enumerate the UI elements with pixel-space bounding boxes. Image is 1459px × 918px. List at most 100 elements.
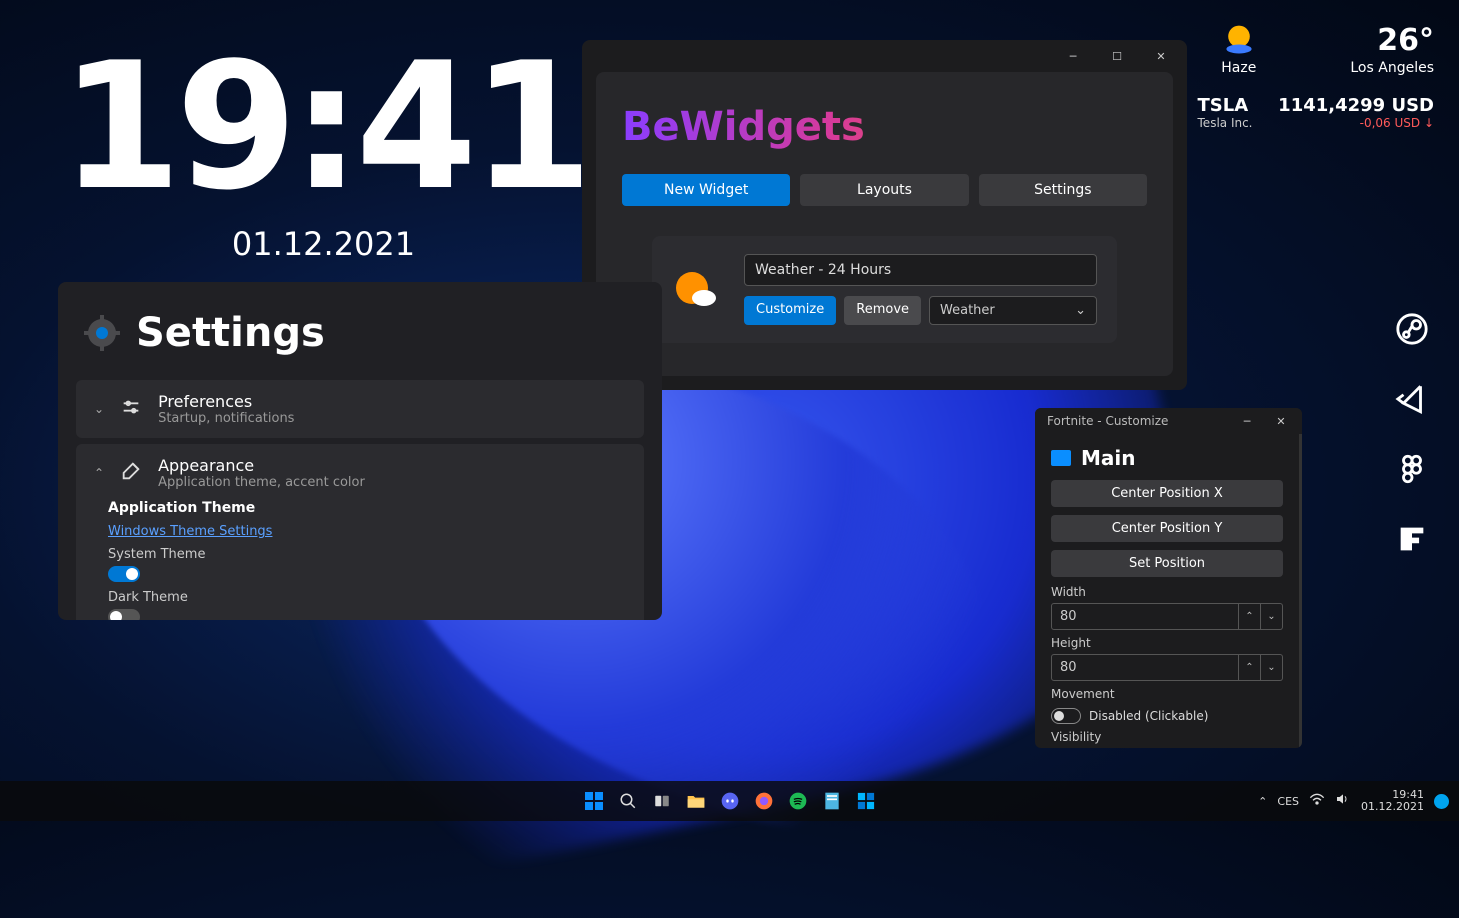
brush-icon (120, 460, 142, 486)
center-y-button[interactable]: Center Position Y (1051, 515, 1283, 542)
figma-icon[interactable] (1393, 450, 1431, 488)
volume-icon[interactable] (1335, 792, 1351, 810)
width-stepper[interactable]: ⌃ ⌄ (1051, 603, 1283, 630)
bewidgets-logo: BeWidgets (622, 104, 1147, 150)
clock-tray[interactable]: 19:41 01.12.2021 (1361, 789, 1424, 813)
notification-center-icon[interactable] (1434, 794, 1449, 809)
settings-title: Settings (136, 310, 325, 356)
steam-icon[interactable] (1393, 310, 1431, 348)
stock-widget[interactable]: TSLA 1141,4299 USD Tesla Inc. -0,06 USD … (1198, 95, 1434, 130)
weather-widget[interactable]: 26° Haze Los Angeles (1221, 22, 1434, 76)
spotify-icon[interactable] (784, 787, 812, 815)
movement-label: Movement (1051, 687, 1283, 701)
settings-window: Settings ⌄ PreferencesStartup, notificat… (58, 282, 662, 620)
chevron-down-icon: ⌄ (1075, 303, 1086, 318)
maximize-button[interactable]: ☐ (1095, 41, 1139, 71)
chevron-down-icon: ⌄ (94, 402, 104, 416)
tab-layouts[interactable]: Layouts (800, 174, 968, 206)
taskview-icon[interactable] (648, 787, 676, 815)
pref-title: Preferences (158, 392, 294, 411)
search-icon[interactable] (614, 787, 642, 815)
main-label: Main (1081, 446, 1136, 470)
height-stepper[interactable]: ⌃ ⌄ (1051, 654, 1283, 681)
fortnite-title: Fortnite - Customize (1047, 408, 1168, 434)
remove-button[interactable]: Remove (844, 296, 921, 325)
pref-sub: Startup, notifications (158, 411, 294, 426)
tray-chevron-icon[interactable]: ⌃ (1258, 795, 1267, 808)
system-tray: ⌃ CES 19:41 01.12.2021 (1258, 789, 1449, 813)
widget-card: Customize Remove Weather ⌄ (652, 236, 1117, 343)
gear-icon (82, 313, 122, 353)
close-button[interactable]: ✕ (1139, 41, 1183, 71)
tab-settings[interactable]: Settings (979, 174, 1147, 206)
theme-header: Application Theme (108, 500, 626, 516)
start-button[interactable] (580, 787, 608, 815)
center-x-button[interactable]: Center Position X (1051, 480, 1283, 507)
stock-delta: -0,06 USD ↓ (1360, 116, 1434, 130)
appearance-subsection: Application Theme Windows Theme Settings… (94, 500, 626, 620)
up-button[interactable]: ⌃ (1239, 603, 1261, 630)
minimize-button[interactable]: ─ (1230, 408, 1264, 436)
tray-date: 01.12.2021 (1361, 801, 1424, 813)
weather-desc: Haze (1221, 60, 1256, 76)
notepad-icon[interactable] (818, 787, 846, 815)
taskbar-center (580, 787, 880, 815)
discord-icon[interactable] (716, 787, 744, 815)
select-value: Weather (940, 303, 995, 318)
up-button[interactable]: ⌃ (1239, 654, 1261, 681)
language-indicator[interactable]: CES (1277, 795, 1299, 808)
dark-theme-toggle[interactable] (108, 609, 140, 620)
stock-symbol: TSLA (1198, 95, 1249, 116)
stock-company: Tesla Inc. (1198, 116, 1253, 130)
weather-sun-icon (1221, 22, 1257, 58)
widget-name-input[interactable] (744, 254, 1097, 286)
firefox-icon[interactable] (750, 787, 778, 815)
height-input[interactable] (1051, 654, 1239, 681)
clock-time: 19:41 (60, 40, 587, 215)
stock-price: 1141,4299 USD (1278, 95, 1434, 116)
clock-widget[interactable]: 19:41 01.12.2021 (60, 40, 587, 263)
app-sub: Application theme, accent color (158, 475, 365, 490)
sliders-icon (120, 396, 142, 422)
close-button[interactable]: ✕ (1264, 408, 1298, 436)
fortnite-customize-window: Fortnite - Customize ─ ✕ Main Center Pos… (1035, 408, 1302, 748)
down-button[interactable]: ⌄ (1261, 654, 1283, 681)
weather-widget-icon (672, 266, 720, 314)
clock-date: 01.12.2021 (60, 225, 587, 263)
vscode-icon[interactable] (1393, 380, 1431, 418)
minimize-button[interactable]: ─ (1051, 41, 1095, 71)
customize-button[interactable]: Customize (744, 296, 836, 325)
visibility-label: Visibility (1051, 730, 1283, 744)
bewidgets-taskbar-icon[interactable] (852, 787, 880, 815)
folder-icon (1051, 450, 1071, 466)
bewidgets-titlebar[interactable]: ─ ☐ ✕ (582, 40, 1187, 72)
settings-header: Settings (58, 282, 662, 374)
dark-theme-label: Dark Theme (108, 590, 626, 605)
down-button[interactable]: ⌄ (1261, 603, 1283, 630)
shortcut-column (1393, 310, 1431, 558)
system-theme-label: System Theme (108, 547, 626, 562)
bewidgets-window: ─ ☐ ✕ BeWidgets New Widget Layouts Setti… (582, 40, 1187, 390)
height-label: Height (1051, 636, 1283, 650)
windows-theme-link[interactable]: Windows Theme Settings (108, 524, 272, 539)
movement-toggle[interactable] (1051, 708, 1081, 724)
weather-temp: 26° (1377, 23, 1434, 58)
wifi-icon[interactable] (1309, 792, 1325, 810)
main-section-header: Main (1051, 446, 1283, 470)
taskbar: ⌃ CES 19:41 01.12.2021 (0, 781, 1459, 821)
system-theme-toggle[interactable] (108, 566, 140, 582)
app-title: Appearance (158, 456, 365, 475)
weather-city: Los Angeles (1350, 60, 1434, 76)
fortnite-icon[interactable] (1393, 520, 1431, 558)
set-position-button[interactable]: Set Position (1051, 550, 1283, 577)
settings-row-preferences[interactable]: ⌄ PreferencesStartup, notifications (76, 380, 644, 438)
width-label: Width (1051, 585, 1283, 599)
settings-row-appearance[interactable]: ⌃ AppearanceApplication theme, accent co… (76, 444, 644, 620)
widget-type-select[interactable]: Weather ⌄ (929, 296, 1097, 325)
width-input[interactable] (1051, 603, 1239, 630)
tab-new-widget[interactable]: New Widget (622, 174, 790, 206)
chevron-up-icon: ⌃ (94, 466, 104, 480)
fortnite-titlebar[interactable]: Fortnite - Customize ─ ✕ (1035, 408, 1302, 434)
movement-state: Disabled (Clickable) (1089, 709, 1208, 723)
explorer-icon[interactable] (682, 787, 710, 815)
